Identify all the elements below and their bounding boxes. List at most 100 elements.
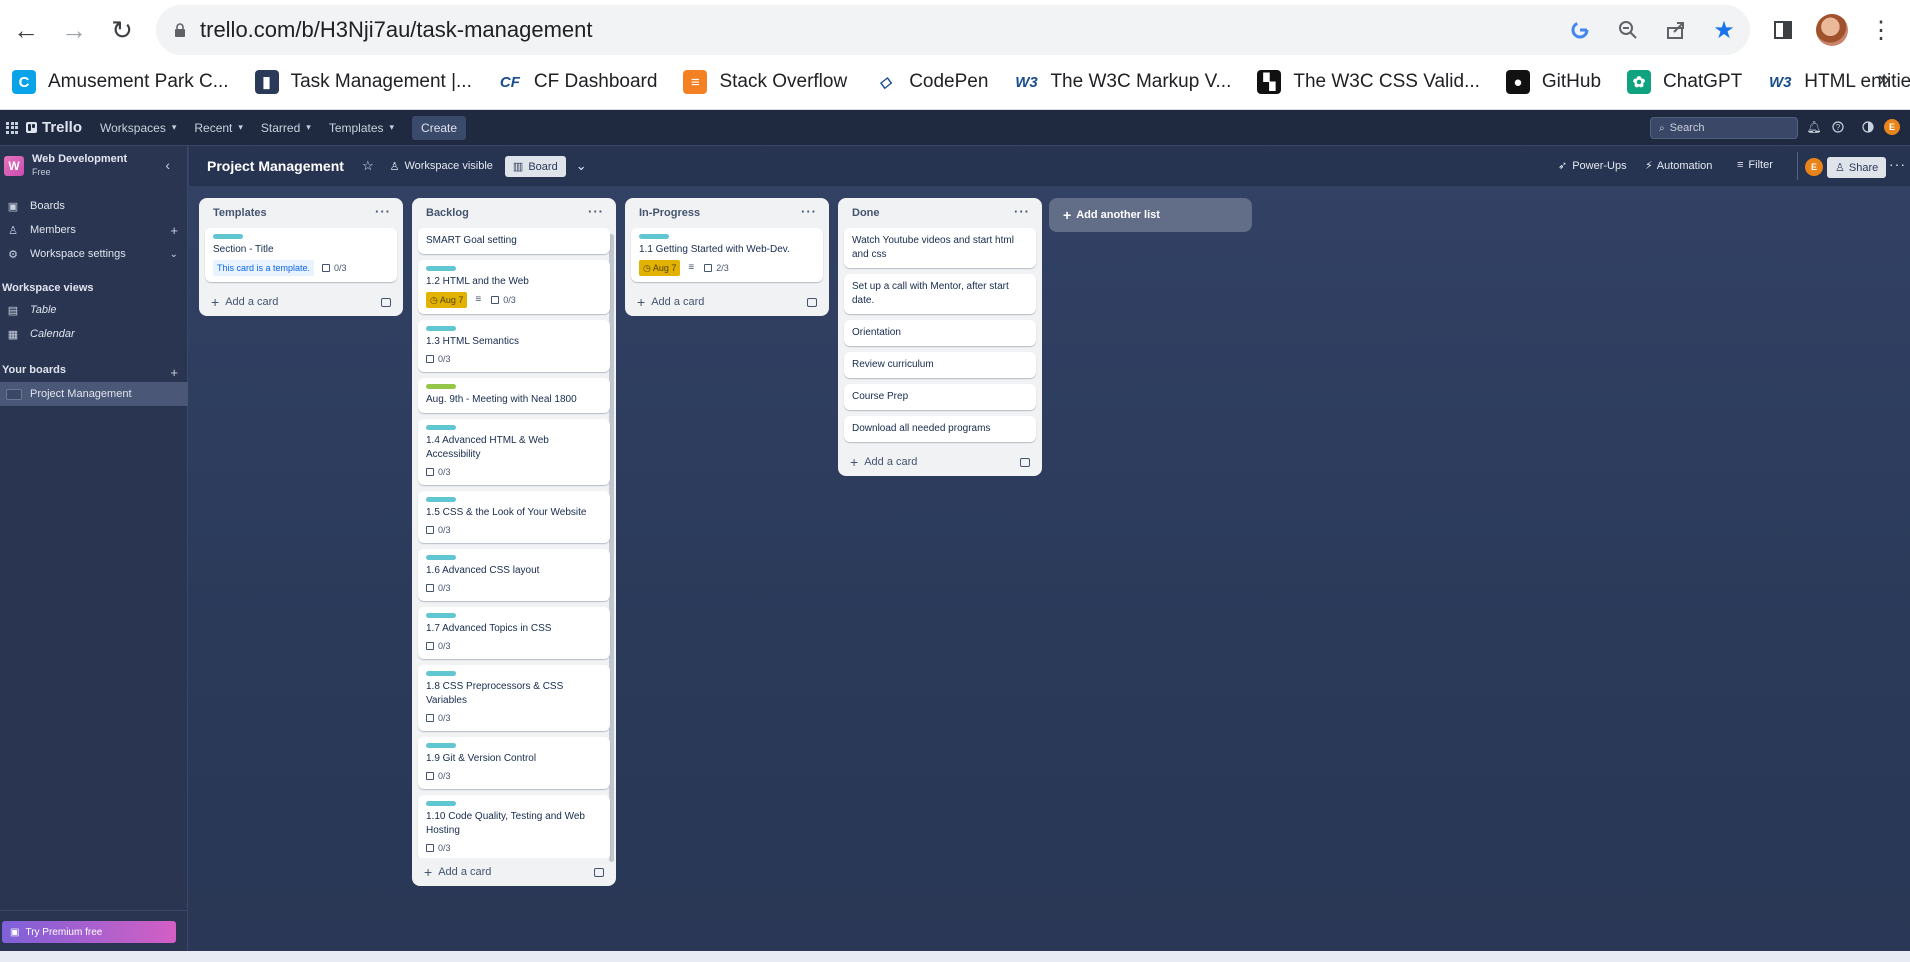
- profile-avatar[interactable]: [1816, 14, 1848, 46]
- card[interactable]: Section - Title This card is a template. 0…: [205, 228, 397, 282]
- due-date-badge[interactable]: ◷ Aug 7: [639, 260, 681, 276]
- filter-button[interactable]: ≡ Filter: [1737, 159, 1773, 171]
- due-date-badge[interactable]: ◷ Aug 7: [426, 292, 468, 308]
- card[interactable]: Orientation: [844, 320, 1036, 346]
- list-title[interactable]: Backlog: [426, 207, 469, 219]
- try-premium-button[interactable]: ▣ Try Premium free: [2, 921, 176, 943]
- card[interactable]: Review curriculum: [844, 352, 1036, 378]
- bookmark-item[interactable]: ▮ Task Management |...: [254, 70, 472, 94]
- workspace-logo[interactable]: W: [4, 156, 24, 176]
- menu-workspaces[interactable]: Workspaces ▾: [100, 121, 176, 135]
- menu-recent[interactable]: Recent ▾: [194, 121, 243, 135]
- app-switcher-icon[interactable]: [6, 121, 18, 134]
- card[interactable]: Course Prep: [844, 384, 1036, 410]
- card[interactable]: 1.9 Git & Version Control 0/3: [418, 737, 610, 789]
- powerups-button[interactable]: ➶ Power-Ups: [1558, 159, 1627, 173]
- add-card-button[interactable]: + Add a card: [625, 288, 829, 316]
- list-header[interactable]: Templates ···: [199, 198, 403, 228]
- notifications-icon[interactable]: 🔔︎: [1806, 119, 1822, 135]
- visibility-button[interactable]: ♙ Workspace visible: [390, 160, 493, 173]
- bookmarks-overflow-icon[interactable]: »: [1878, 66, 1890, 92]
- create-button[interactable]: Create: [412, 115, 467, 140]
- sidebar-board-project-management[interactable]: Project Management: [0, 382, 188, 406]
- card[interactable]: 1.10 Code Quality, Testing and Web Hosti…: [418, 795, 610, 858]
- card[interactable]: 1.7 Advanced Topics in CSS 0/3: [418, 607, 610, 659]
- automation-button[interactable]: ⚡︎ Automation: [1645, 159, 1712, 173]
- list-menu-icon[interactable]: ···: [801, 204, 817, 219]
- list-menu-icon[interactable]: ···: [1014, 204, 1030, 219]
- card[interactable]: 1.5 CSS & the Look of Your Website 0/3: [418, 491, 610, 543]
- side-panel-icon[interactable]: [1768, 15, 1798, 45]
- card[interactable]: 1.1 Getting Started with Web-Dev. ◷ Aug 7…: [631, 228, 823, 282]
- list-header[interactable]: In-Progress ···: [625, 198, 829, 228]
- list-title[interactable]: Done: [852, 207, 880, 219]
- add-member-icon[interactable]: +: [170, 223, 178, 238]
- bookmark-item[interactable]: CF CF Dashboard: [497, 70, 657, 94]
- account-avatar[interactable]: E: [1884, 119, 1900, 135]
- more-menu-icon[interactable]: ⋮: [1866, 15, 1896, 45]
- add-list-button[interactable]: + Add another list: [1049, 198, 1252, 232]
- workspace-name[interactable]: Web Development Free: [32, 153, 127, 179]
- menu-templates[interactable]: Templates ▾: [329, 121, 394, 135]
- create-from-template-icon[interactable]: [594, 867, 604, 877]
- sidebar-item-boards[interactable]: ▣ Boards: [0, 194, 188, 218]
- sidebar-item-calendar[interactable]: ▦ Calendar: [0, 322, 188, 346]
- create-from-template-icon[interactable]: [381, 297, 391, 307]
- board-member-avatar[interactable]: E: [1805, 158, 1823, 176]
- card[interactable]: 1.2 HTML and the Web ◷ Aug 7 ≡ 0/3: [418, 260, 610, 314]
- view-switcher-chevron-icon[interactable]: ⌄: [576, 158, 587, 174]
- theme-icon[interactable]: [1860, 119, 1876, 135]
- list-header[interactable]: Done ···: [838, 198, 1042, 228]
- address-bar[interactable]: trello.com/b/H3Nji7au/task-management ★: [156, 5, 1750, 55]
- view-board-tab[interactable]: ▥ Board: [504, 155, 566, 177]
- card[interactable]: Watch Youtube videos and start html and …: [844, 228, 1036, 268]
- collapse-sidebar-icon[interactable]: ‹: [165, 157, 170, 173]
- add-card-button[interactable]: + Add a card: [412, 858, 616, 886]
- trello-logo[interactable]: Trello: [26, 119, 82, 136]
- add-card-button[interactable]: + Add a card: [199, 288, 403, 316]
- card[interactable]: SMART Goal setting: [418, 228, 610, 254]
- card[interactable]: Set up a call with Mentor, after start d…: [844, 274, 1036, 314]
- board-title[interactable]: Project Management: [207, 158, 344, 174]
- create-from-template-icon[interactable]: [1020, 457, 1030, 467]
- list-title[interactable]: In-Progress: [639, 207, 700, 219]
- list-menu-icon[interactable]: ···: [375, 204, 391, 219]
- bookmark-item[interactable]: ✿ ChatGPT: [1627, 70, 1742, 94]
- help-icon[interactable]: ?: [1830, 119, 1846, 135]
- card[interactable]: 1.3 HTML Semantics 0/3: [418, 320, 610, 372]
- card[interactable]: Aug. 9th - Meeting with Neal 1800: [418, 378, 610, 413]
- menu-starred[interactable]: Starred ▾: [261, 121, 311, 135]
- bookmark-item[interactable]: ◇ CodePen: [873, 70, 988, 94]
- card[interactable]: 1.8 CSS Preprocessors & CSS Variables 0/3: [418, 665, 610, 731]
- back-icon[interactable]: ←: [6, 10, 46, 50]
- list-header[interactable]: Backlog ···: [412, 198, 616, 228]
- share-page-icon[interactable]: [1664, 18, 1688, 42]
- list-title[interactable]: Templates: [213, 207, 267, 219]
- bookmark-item[interactable]: ≡ Stack Overflow: [683, 70, 847, 94]
- sidebar-item-table[interactable]: ▤ Table: [0, 298, 188, 322]
- bookmark-item[interactable]: ▚ The W3C CSS Valid...: [1257, 70, 1480, 94]
- bookmark-item[interactable]: W3 The W3C Markup V...: [1014, 70, 1231, 94]
- search-input[interactable]: ⌕ Search: [1650, 117, 1798, 139]
- visibility-label: Workspace visible: [404, 160, 493, 172]
- reload-icon[interactable]: ↻: [102, 10, 142, 50]
- url-text[interactable]: trello.com/b/H3Nji7au/task-management: [200, 17, 593, 43]
- board-menu-icon[interactable]: ···: [1889, 156, 1906, 172]
- card[interactable]: 1.6 Advanced CSS layout 0/3: [418, 549, 610, 601]
- list-menu-icon[interactable]: ···: [588, 204, 604, 219]
- sidebar-item-workspace-settings[interactable]: ⚙ Workspace settings ⌄: [0, 242, 188, 266]
- google-icon[interactable]: [1568, 18, 1592, 42]
- star-board-icon[interactable]: ☆: [362, 158, 374, 174]
- share-button[interactable]: ♙ Share: [1827, 157, 1887, 178]
- card[interactable]: 1.4 Advanced HTML & Web Accessibility 0/3: [418, 419, 610, 485]
- add-board-icon[interactable]: +: [170, 365, 178, 380]
- bookmark-item[interactable]: C Amusement Park C...: [12, 70, 229, 94]
- bookmark-star-icon[interactable]: ★: [1712, 17, 1736, 44]
- sidebar-item-members[interactable]: ♙ Members +: [0, 218, 188, 242]
- zoom-icon[interactable]: [1616, 18, 1640, 42]
- create-from-template-icon[interactable]: [807, 297, 817, 307]
- forward-icon[interactable]: →: [54, 10, 94, 50]
- bookmark-item[interactable]: ● GitHub: [1505, 70, 1601, 94]
- card[interactable]: Download all needed programs: [844, 416, 1036, 442]
- add-card-button[interactable]: + Add a card: [838, 448, 1042, 476]
